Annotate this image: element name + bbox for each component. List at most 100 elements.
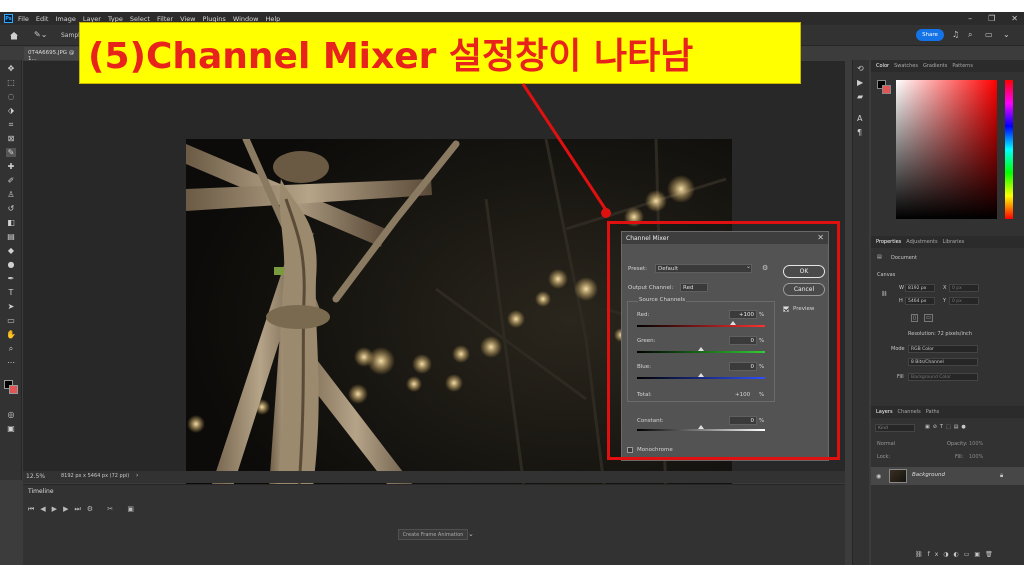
mode-label: Mode (891, 346, 905, 352)
window-controls: – ❐ ✕ (968, 12, 1018, 25)
height-label: H (899, 298, 903, 304)
landscape-orientation-icon[interactable]: ▭ (924, 314, 933, 322)
more-tools-icon[interactable]: ⋯ (6, 358, 16, 367)
layers-bottom-icons[interactable]: ⛓fx◑◐▭▣🗑︎ (915, 551, 998, 558)
resolution-text: Resolution: 72 pixels/inch (908, 331, 972, 337)
right-panels: Color Swatches Gradients Patterns Proper… (871, 60, 1024, 565)
menu-image[interactable]: Image (55, 15, 75, 23)
tab-paths[interactable]: Paths (926, 409, 940, 415)
comments-panel-icon[interactable]: ▰ (857, 92, 863, 101)
paragraph-panel-icon[interactable]: ¶ (857, 128, 862, 137)
opacity-value[interactable]: 100% (969, 441, 983, 447)
tab-adjustments[interactable]: Adjustments (906, 239, 937, 245)
portrait-orientation-icon[interactable]: ▯ (911, 314, 918, 322)
minimize-icon[interactable]: – (968, 14, 972, 23)
restore-icon[interactable]: ❐ (988, 14, 995, 23)
brush-tool-icon[interactable]: ✐ (6, 176, 16, 185)
share-button[interactable]: Share (916, 29, 944, 41)
history-brush-tool-icon[interactable]: ↺ (6, 204, 16, 213)
layer-kind-filter[interactable]: Kind (875, 424, 915, 432)
eyedropper-tool-preset-icon[interactable]: ✎⌄ (34, 30, 48, 40)
screen-mode-icon[interactable]: ▣ (6, 424, 16, 433)
timeline-title[interactable]: Timeline (28, 488, 54, 495)
search-icon[interactable]: ⌕ (968, 30, 972, 40)
y-field[interactable]: 0 px (949, 297, 979, 305)
mode-select[interactable]: RGB Color (908, 345, 978, 353)
tab-swatches[interactable]: Swatches (894, 63, 918, 69)
move-tool-icon[interactable]: ✥ (6, 64, 16, 73)
status-bar: 12.5% 8192 px x 5464 px (72 ppi) › (23, 471, 845, 483)
notifications-icon[interactable]: ♫ (952, 30, 959, 39)
type-tool-icon[interactable]: T (6, 288, 16, 297)
home-icon[interactable] (9, 31, 19, 40)
healing-brush-tool-icon[interactable]: ✚ (6, 162, 16, 171)
document-tab[interactable]: 0T4A6695.JPG @ 1... (24, 47, 84, 62)
tab-channels[interactable]: Channels (898, 409, 921, 415)
workspace-icon[interactable]: ▭ (985, 30, 993, 39)
hand-tool-icon[interactable]: ✋ (6, 330, 16, 339)
eraser-tool-icon[interactable]: ◧ (6, 218, 16, 227)
tab-properties[interactable]: Properties (876, 239, 901, 245)
width-label: W (899, 285, 904, 291)
actions-panel-icon[interactable]: ▶ (857, 78, 863, 87)
canvas-section-label[interactable]: Canvas (877, 272, 895, 278)
close-icon[interactable]: ✕ (1011, 14, 1018, 23)
path-selection-tool-icon[interactable]: ➤ (6, 302, 16, 311)
timeline-panel: Timeline ⏮◀▶▶⏭⚙ ✂ ▣ Create Frame Animati… (23, 484, 845, 565)
height-field[interactable]: 5464 px (905, 297, 935, 305)
quick-mask-icon[interactable]: ◎ (6, 410, 16, 419)
create-frame-animation-button[interactable]: Create Frame Animation (398, 529, 468, 540)
tab-patterns[interactable]: Patterns (952, 63, 973, 69)
dodge-tool-icon[interactable]: ● (6, 260, 16, 269)
layer-filter-icons[interactable]: ▣⊘T⬚▤● (925, 424, 969, 430)
tab-gradients[interactable]: Gradients (923, 63, 947, 69)
zoom-tool-icon[interactable]: ⌕ (6, 344, 16, 353)
background-color-swatch[interactable] (9, 385, 18, 394)
crop-tool-icon[interactable]: ⌗ (6, 120, 16, 129)
tab-color[interactable]: Color (876, 63, 889, 69)
y-label: Y (943, 298, 947, 304)
lock-label: Lock: (877, 454, 891, 460)
marquee-tool-icon[interactable]: ⬚ (6, 78, 16, 87)
gradient-tool-icon[interactable]: ▤ (6, 232, 16, 241)
hue-slider[interactable] (1005, 80, 1013, 219)
blend-mode-select[interactable]: Normal (877, 441, 895, 447)
properties-panel-tabs: Properties Adjustments Libraries (871, 236, 1024, 248)
document-info[interactable]: 8192 px x 5464 px (72 ppi) (61, 473, 129, 479)
layer-visibility-eye-icon[interactable]: ◉ (876, 473, 881, 480)
menu-file[interactable]: File (18, 15, 29, 23)
x-field[interactable]: 0 px (949, 284, 979, 292)
blur-tool-icon[interactable]: ◆ (6, 246, 16, 255)
width-field[interactable]: 8192 px (905, 284, 935, 292)
frame-tool-icon[interactable]: ⊠ (6, 134, 16, 143)
more-icon[interactable]: ⌄ (1003, 30, 1010, 39)
color-panel-background-swatch[interactable] (882, 85, 891, 94)
fill-select[interactable]: Background Color (908, 373, 978, 381)
document-icon: ▤ (877, 254, 882, 260)
tools-panel: ✥ ⬚ ◌ ⬗ ⌗ ⊠ ✎ ✚ ✐ ♙ ↺ ◧ ▤ ◆ ● ✒ T ➤ ▭ ✋ … (0, 60, 22, 480)
link-dimensions-icon[interactable]: ⛓ (881, 291, 887, 297)
tab-layers[interactable]: Layers (876, 409, 893, 415)
layer-fill-value[interactable]: 100% (969, 454, 983, 460)
bit-depth-select[interactable]: 8 Bits/Channel (908, 358, 978, 366)
object-selection-tool-icon[interactable]: ⬗ (6, 106, 16, 115)
eyedropper-tool-icon[interactable]: ✎ (6, 148, 16, 157)
character-panel-icon[interactable]: A (857, 114, 862, 123)
timeline-playback-icons[interactable]: ⏮◀▶▶⏭⚙ ✂ ▣ (28, 505, 140, 514)
layer-row-background[interactable]: ◉ Background 🔒︎ (871, 467, 1024, 485)
layer-thumbnail (889, 469, 907, 483)
rectangle-tool-icon[interactable]: ▭ (6, 316, 16, 325)
lasso-tool-icon[interactable]: ◌ (6, 92, 16, 101)
layer-fill-label: Fill: (955, 454, 964, 460)
status-menu-chevron-icon[interactable]: › (136, 472, 138, 479)
history-panel-icon[interactable]: ⟲ (857, 64, 864, 73)
layer-name[interactable]: Background (912, 472, 945, 478)
menu-edit[interactable]: Edit (36, 15, 49, 23)
tab-libraries[interactable]: Libraries (943, 239, 965, 245)
document-label: Document (891, 255, 917, 261)
zoom-level[interactable]: 12.5% (26, 473, 45, 480)
create-animation-dropdown-icon[interactable]: ⌄ (468, 530, 474, 538)
clone-stamp-tool-icon[interactable]: ♙ (6, 190, 16, 199)
pen-tool-icon[interactable]: ✒ (6, 274, 16, 283)
color-picker-field[interactable] (896, 80, 997, 219)
